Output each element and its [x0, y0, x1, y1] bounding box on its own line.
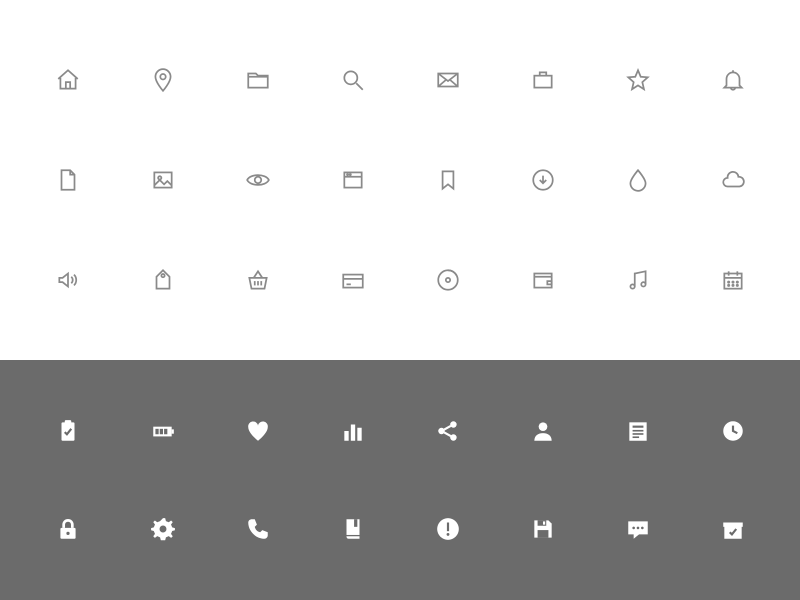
lock-icon	[54, 515, 82, 543]
folder-icon	[244, 66, 272, 94]
alert-circle-icon	[434, 515, 462, 543]
line-icons-panel	[0, 0, 800, 360]
book-icon	[339, 515, 367, 543]
music-icon	[624, 266, 652, 294]
save-icon	[529, 515, 557, 543]
bar-chart-icon	[339, 417, 367, 445]
image-icon	[149, 166, 177, 194]
gear-icon	[149, 515, 177, 543]
box-check-icon	[719, 515, 747, 543]
cloud-icon	[719, 166, 747, 194]
mail-icon	[434, 66, 462, 94]
clipboard-check-icon	[54, 417, 82, 445]
clock-icon	[719, 417, 747, 445]
window-icon	[339, 166, 367, 194]
battery-icon	[149, 417, 177, 445]
tag-icon	[149, 266, 177, 294]
credit-card-icon	[339, 266, 367, 294]
news-icon	[624, 417, 652, 445]
wallet-icon	[529, 266, 557, 294]
phone-icon	[244, 515, 272, 543]
disc-icon	[434, 266, 462, 294]
home-icon	[54, 66, 82, 94]
sound-icon	[54, 266, 82, 294]
search-icon	[339, 66, 367, 94]
star-icon	[624, 66, 652, 94]
bell-icon	[719, 66, 747, 94]
bookmark-icon	[434, 166, 462, 194]
user-icon	[529, 417, 557, 445]
file-icon	[54, 166, 82, 194]
download-circle-icon	[529, 166, 557, 194]
pin-icon	[149, 66, 177, 94]
share-icon	[434, 417, 462, 445]
basket-icon	[244, 266, 272, 294]
drop-icon	[624, 166, 652, 194]
eye-icon	[244, 166, 272, 194]
solid-icons-panel	[0, 360, 800, 600]
chat-icon	[624, 515, 652, 543]
calendar-icon	[719, 266, 747, 294]
heart-icon	[244, 417, 272, 445]
briefcase-icon	[529, 66, 557, 94]
